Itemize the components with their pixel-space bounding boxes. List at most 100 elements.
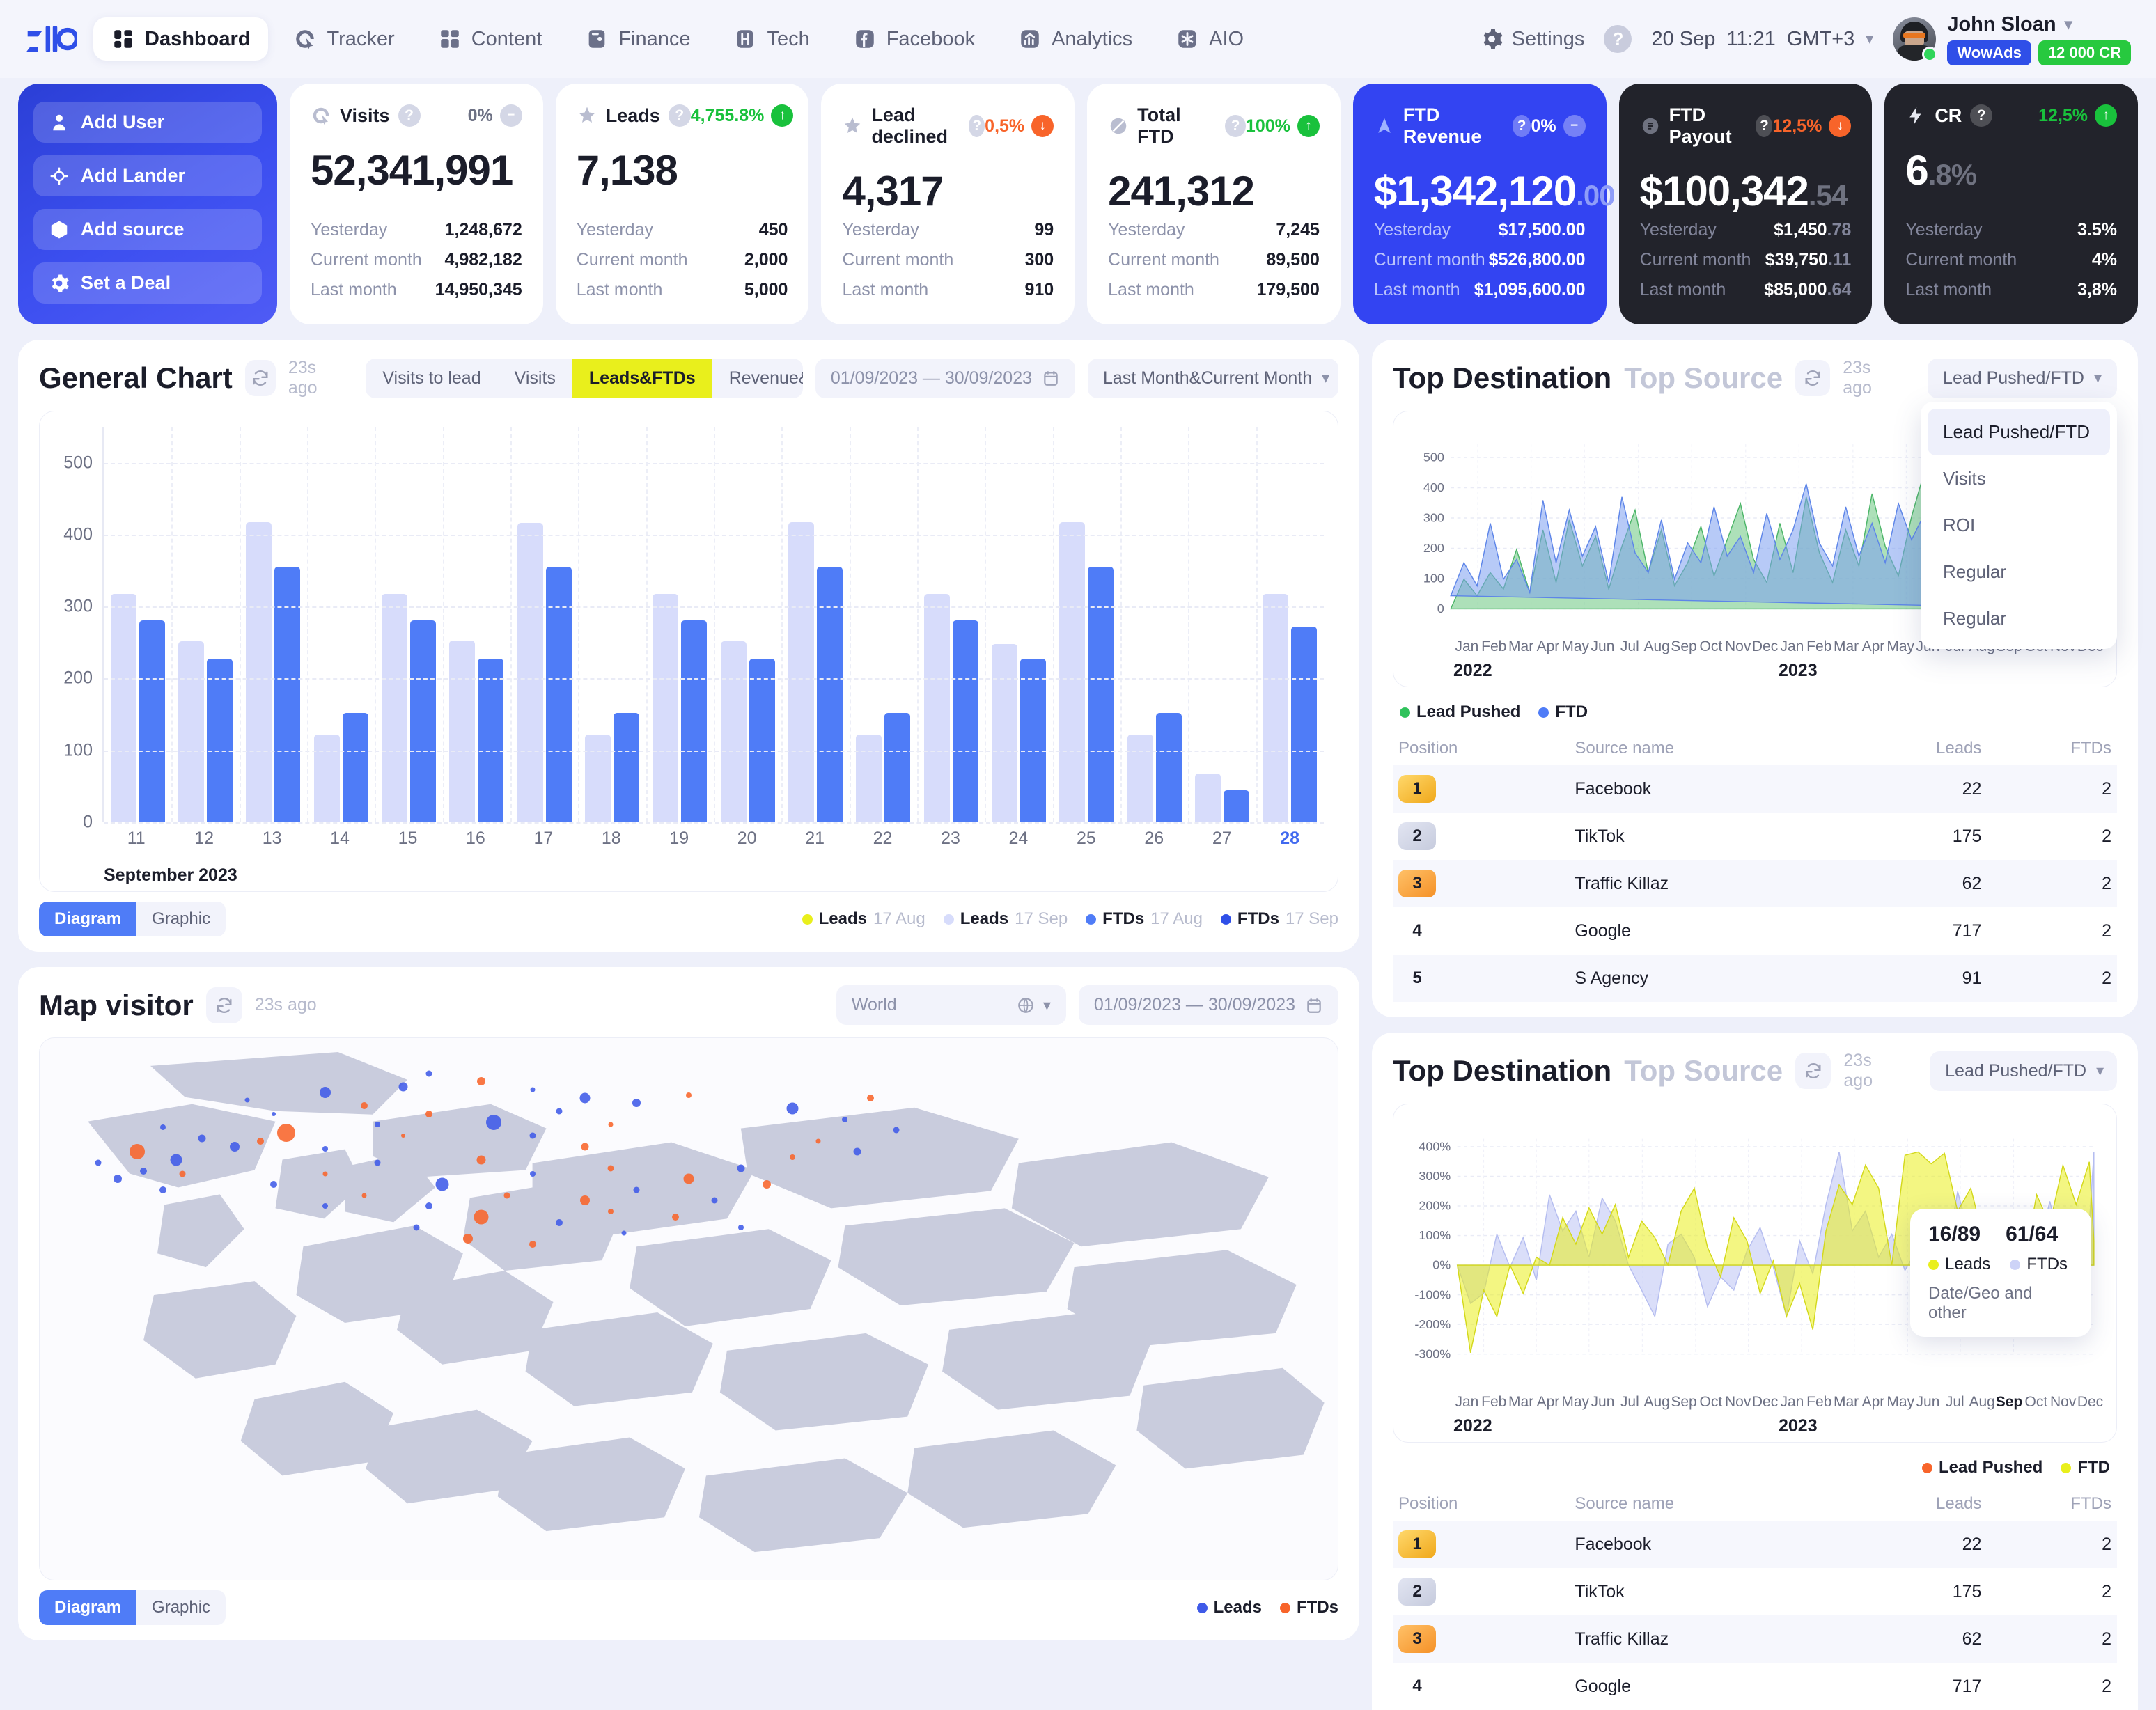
map-bubble[interactable] <box>476 1077 485 1086</box>
help-icon[interactable]: ? <box>1604 25 1632 53</box>
bar-group[interactable] <box>1188 427 1256 822</box>
map-bubble[interactable] <box>476 1155 486 1165</box>
nav-item-tech[interactable]: Tech <box>715 17 827 61</box>
settings-button[interactable]: Settings <box>1480 27 1584 51</box>
x-axis-tick[interactable]: 26 <box>1120 829 1188 849</box>
map-bubble[interactable] <box>322 1203 329 1209</box>
table-row[interactable]: 3 Traffic Killaz 62 2 <box>1393 860 2117 907</box>
nav-item-dashboard[interactable]: Dashboard <box>93 17 269 61</box>
map-bubble[interactable] <box>608 1208 614 1214</box>
map-bubble[interactable] <box>621 1230 627 1236</box>
bar-group[interactable] <box>443 427 510 822</box>
map-bubble[interactable] <box>711 1197 718 1204</box>
legend-item[interactable]: Lead Pushed <box>1921 1458 2042 1477</box>
table-row[interactable]: 3 Traffic Killaz 62 2 <box>1393 1615 2117 1663</box>
table-row[interactable]: 5 S Agency 91 2 <box>1393 955 2117 1002</box>
x-axis-tick[interactable]: 23 <box>916 829 984 849</box>
map-bubble[interactable] <box>160 1124 166 1131</box>
dropdown-item-roi[interactable]: ROI <box>1928 502 2110 549</box>
map-bubble[interactable] <box>271 1111 276 1116</box>
bar-group[interactable] <box>1256 427 1324 822</box>
credits-badge[interactable]: 12 000 CR <box>2038 40 2131 65</box>
dropdown-item-regular-1[interactable]: Regular <box>1928 549 2110 595</box>
x-axis-tick[interactable]: 17 <box>510 829 577 849</box>
map-bubble[interactable] <box>530 1170 536 1177</box>
map-bubble[interactable] <box>841 1116 847 1122</box>
bar-group[interactable] <box>307 427 375 822</box>
aio-logo[interactable] <box>25 19 77 59</box>
bar-group[interactable] <box>375 427 442 822</box>
map-bubble[interactable] <box>866 1094 874 1101</box>
nav-item-finance[interactable]: Finance <box>567 17 708 61</box>
map-bubble[interactable] <box>581 1143 589 1151</box>
datetime-selector[interactable]: 20 Sep 11:21 GMT+3 ▾ <box>1651 28 1873 51</box>
map-bubble[interactable] <box>579 1092 591 1104</box>
bar-group[interactable] <box>1053 427 1120 822</box>
map-bubble[interactable] <box>425 1070 432 1077</box>
map-bubble[interactable] <box>786 1102 799 1115</box>
brand-badge[interactable]: WowAds <box>1947 40 2031 65</box>
map-bubble[interactable] <box>425 1202 433 1210</box>
bar-group[interactable] <box>985 427 1052 822</box>
x-axis-tick[interactable]: 24 <box>985 829 1052 849</box>
map-bubble[interactable] <box>320 1086 331 1098</box>
set-a-deal-button[interactable]: Set a Deal <box>33 262 262 304</box>
map-bubble[interactable] <box>413 1224 420 1231</box>
tab-revenue-payout[interactable]: Revenue&Payout <box>712 359 803 398</box>
bar-group[interactable] <box>578 427 646 822</box>
map-bubble[interactable] <box>270 1181 277 1189</box>
tab-top-source[interactable]: Top Source <box>1624 1054 1783 1088</box>
tab-leads-ftds[interactable]: Leads&FTDs <box>572 358 712 398</box>
map-bubble[interactable] <box>529 1240 537 1248</box>
map-bubble[interactable] <box>374 1159 381 1166</box>
map-bubble[interactable] <box>737 1164 745 1172</box>
map-bubble[interactable] <box>686 1092 692 1098</box>
map-bubble[interactable] <box>322 1171 328 1176</box>
map-bubble[interactable] <box>737 1225 744 1231</box>
dropdown-item-lead-pushed-ftd[interactable]: Lead Pushed/FTD <box>1928 408 2110 455</box>
nav-item-aio[interactable]: AIO <box>1157 17 1262 61</box>
map-bubble[interactable] <box>400 1134 405 1138</box>
map-bubble[interactable] <box>853 1147 861 1156</box>
refresh-icon[interactable] <box>1795 1053 1831 1089</box>
legend-item[interactable]: FTDs 17 Aug <box>1086 909 1203 929</box>
metric-select[interactable]: Lead Pushed/FTD ▾ <box>1928 358 2117 398</box>
nav-item-analytics[interactable]: Analytics <box>1000 17 1150 61</box>
region-select[interactable]: World ▾ <box>836 985 1066 1025</box>
refresh-icon[interactable] <box>205 987 242 1023</box>
map-bubble[interactable] <box>244 1097 250 1103</box>
bar-group[interactable] <box>240 427 307 822</box>
map-bubble[interactable] <box>555 1218 563 1226</box>
map-bubble[interactable] <box>893 1127 900 1134</box>
add-lander-button[interactable]: Add Lander <box>33 155 262 196</box>
nav-item-content[interactable]: Content <box>420 17 561 61</box>
legend-item[interactable]: FTDs <box>1280 1598 1338 1617</box>
help-icon[interactable]: ? <box>1756 115 1773 137</box>
bar-group[interactable] <box>714 427 781 822</box>
x-axis-tick[interactable]: 12 <box>170 829 237 849</box>
map-bubble[interactable] <box>374 1122 380 1128</box>
map-bubble[interactable] <box>608 1122 614 1127</box>
help-icon[interactable]: ? <box>668 104 691 127</box>
x-axis-tick[interactable]: 14 <box>306 829 373 849</box>
table-row[interactable]: 2 TikTok 175 2 <box>1393 813 2117 860</box>
map-bubble[interactable] <box>503 1192 510 1199</box>
help-icon[interactable]: ? <box>1970 104 1993 127</box>
map-bubble[interactable] <box>632 1099 641 1108</box>
map-bubble[interactable] <box>463 1233 474 1244</box>
nav-item-tracker[interactable]: Tracker <box>275 17 412 61</box>
help-icon[interactable]: ? <box>1512 115 1531 137</box>
map-bubble[interactable] <box>486 1114 502 1130</box>
map-bubble[interactable] <box>762 1180 771 1189</box>
map-bubble[interactable] <box>672 1213 680 1221</box>
map-bubble[interactable] <box>113 1175 122 1184</box>
help-icon[interactable]: ? <box>398 104 421 127</box>
table-row[interactable]: 4 Google 717 2 <box>1393 907 2117 955</box>
x-axis-tick[interactable]: 13 <box>238 829 306 849</box>
dropdown-item-visits[interactable]: Visits <box>1928 455 2110 502</box>
refresh-icon[interactable] <box>1795 360 1831 396</box>
x-axis-tick[interactable]: 27 <box>1188 829 1256 849</box>
x-axis-tick[interactable]: 20 <box>713 829 781 849</box>
toggle-diagram[interactable]: Diagram <box>39 902 137 936</box>
map-bubble[interactable] <box>435 1177 449 1191</box>
